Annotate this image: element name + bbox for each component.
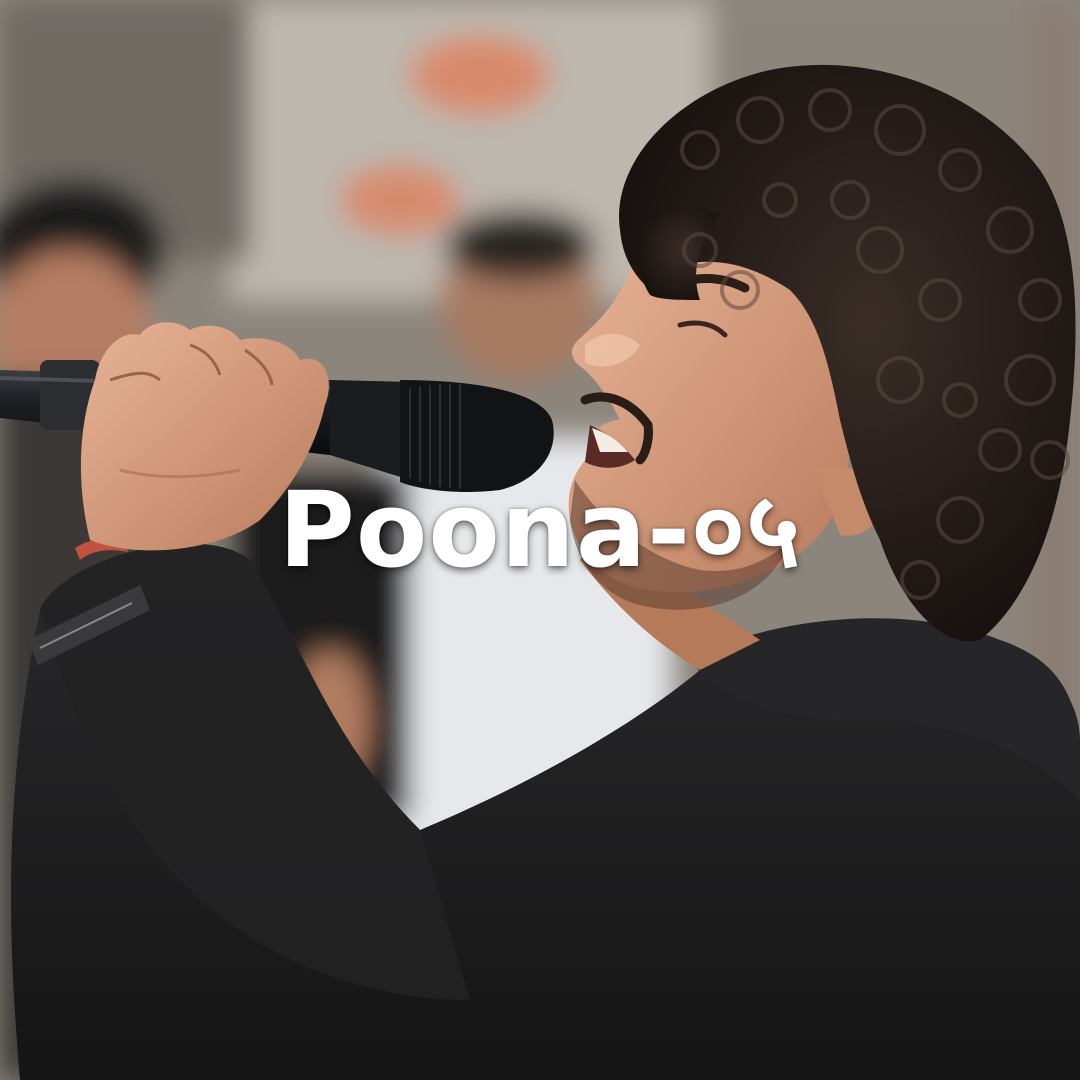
photo-singer-with-microphone: Poona-०५ (0, 0, 1080, 1080)
title-overlay: Poona-०५ (278, 469, 802, 591)
